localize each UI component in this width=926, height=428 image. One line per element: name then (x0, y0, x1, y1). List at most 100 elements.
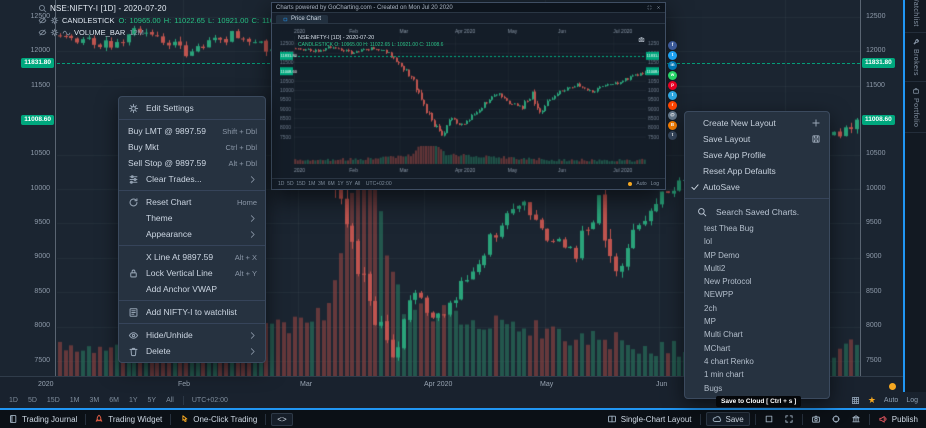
saved-chart-new-protocol[interactable]: New Protocol (685, 275, 829, 288)
menu-item-x-line-at-9897-59[interactable]: X Line At 9897.59Alt + X (119, 249, 265, 265)
menu-item-clear-trades[interactable]: Clear Trades... (119, 171, 265, 187)
menu-item-buy-lmt-9897-59[interactable]: Buy LMT @ 9897.59Shift + Dbl (119, 123, 265, 139)
range-15d[interactable]: 15D (42, 397, 65, 404)
appbar-single-chart-layout-button[interactable]: Single-Chart Layout (602, 413, 697, 425)
share-linkedin-icon[interactable]: in (668, 61, 677, 70)
share-reddit-icon[interactable]: r (668, 101, 677, 110)
range-1d[interactable]: 1D (4, 397, 23, 404)
saved-chart-2ch[interactable]: 2ch (685, 302, 829, 315)
saved-chart-bugs[interactable]: Bugs (685, 382, 829, 395)
separator (700, 414, 701, 425)
appbar-expand-button[interactable] (779, 413, 799, 425)
menu-item-add-anchor-vwap[interactable]: Add Anchor VWAP (119, 281, 265, 297)
menu-item-hide-unhide[interactable]: Hide/Unhide (119, 327, 265, 343)
range-3m[interactable]: 3M (84, 397, 104, 404)
price-badge: 11008.60 (862, 115, 895, 125)
search-input[interactable] (714, 206, 818, 218)
expand-icon[interactable] (647, 5, 652, 10)
menu-item-reset-chart[interactable]: Reset ChartHome (119, 194, 265, 210)
price-tick: 8000 (866, 322, 882, 329)
sidebar-tab-watchlist[interactable]: Watchlist (905, 0, 926, 33)
layout-menu-item-save-app-profile[interactable]: Save App Profile (685, 147, 829, 163)
saved-chart-multi-chart[interactable]: Multi Chart (685, 328, 829, 341)
menu-item-edit-settings[interactable]: Edit Settings (119, 100, 265, 116)
appbar-camera-button[interactable] (806, 413, 826, 425)
share-email-icon[interactable]: @ (668, 111, 677, 120)
symbol-search-icon[interactable] (38, 4, 47, 13)
saved-charts-search[interactable] (685, 202, 829, 222)
menu-item-buy-mkt[interactable]: Buy MktCtrl + Dbl (119, 139, 265, 155)
saved-chart-mchart[interactable]: MChart (685, 342, 829, 355)
menu-item-theme[interactable]: Theme (119, 210, 265, 226)
appbar-bank-button[interactable] (846, 413, 866, 425)
popup-title-bar[interactable]: Charts powered by GoCharting.com - Creat… (272, 3, 665, 13)
menu-item-delete[interactable]: Delete (119, 343, 265, 359)
saved-chart-test-thea-bug[interactable]: test Thea Bug (685, 222, 829, 235)
appbar-one-click-trading-button[interactable]: One-Click Trading (174, 413, 262, 425)
appbar-item-button[interactable]: <> (271, 413, 292, 426)
menu-item-lock-vertical-line[interactable]: Lock Vertical LineAlt + Y (119, 265, 265, 281)
appbar-square-button[interactable] (759, 413, 779, 425)
watchlist-add-icon (128, 307, 139, 318)
appbar-save-button[interactable]: Save (706, 412, 750, 426)
study-settings-icon[interactable] (50, 16, 59, 25)
price-tick: 9000 (34, 253, 50, 260)
study-settings-icon[interactable] (50, 28, 59, 37)
mini-log-toggle: Log (651, 181, 659, 187)
menu-item-appearance[interactable]: Appearance (119, 226, 265, 242)
bank-icon (851, 414, 861, 424)
saved-chart-multi2[interactable]: Multi2 (685, 262, 829, 275)
range-6m[interactable]: 6M (104, 397, 124, 404)
layout-menu-item-autosave[interactable]: AutoSave (685, 179, 829, 195)
close-icon[interactable] (656, 5, 661, 10)
appbar-trading-widget-button[interactable]: Trading Widget (89, 413, 167, 425)
separator (170, 414, 171, 425)
price-tick: 8000 (34, 322, 50, 329)
range-1y[interactable]: 1Y (124, 397, 143, 404)
price-axis-left[interactable]: 1250012000115001050010000950090008500800… (0, 0, 56, 376)
tab-price-chart[interactable]: Price Chart (276, 15, 328, 23)
saved-chart-mp-demo[interactable]: MP Demo (685, 249, 829, 262)
log-scale-toggle[interactable]: Log (906, 397, 918, 404)
icon-spacer (690, 166, 700, 176)
share-tumblr-icon[interactable]: t (668, 131, 677, 140)
snapshot-icon[interactable] (638, 36, 645, 43)
layout-menu-item-reset-app-defaults[interactable]: Reset App Defaults (685, 163, 829, 179)
share-telegram-icon[interactable]: t (668, 91, 677, 100)
range-1m[interactable]: 1M (65, 397, 85, 404)
price-tick: 9500 (866, 219, 882, 226)
grid-toggle-icon[interactable] (851, 396, 860, 405)
share-facebook-icon[interactable]: f (668, 41, 677, 50)
sidebar-tab-brokers[interactable]: Brokers (905, 33, 926, 82)
timezone-label[interactable]: UTC+02:00 (188, 397, 232, 404)
appbar-trading-journal-button[interactable]: Trading Journal (3, 413, 82, 425)
hide-study-icon[interactable] (38, 28, 47, 37)
layout-menu-items: Create New LayoutSave LayoutSave App Pro… (685, 115, 829, 195)
favorite-star-icon[interactable]: ★ (868, 396, 876, 405)
range-5d[interactable]: 5D (23, 397, 42, 404)
share-pinterest-icon[interactable]: p (668, 81, 677, 90)
share-twitter-icon[interactable]: t (668, 51, 677, 60)
range-5y[interactable]: 5Y (143, 397, 162, 404)
layout-menu-item-create-new-layout[interactable]: Create New Layout (685, 115, 829, 131)
menu-item-add-nifty-i-to-watchlist[interactable]: Add NIFTY-I to watchlist (119, 304, 265, 320)
sidebar-tab-portfolio[interactable]: Portfolio (905, 82, 926, 133)
layout-menu-item-save-layout[interactable]: Save Layout (685, 131, 829, 147)
share-blogger-icon[interactable]: B (668, 121, 677, 130)
saved-chart-mp[interactable]: MP (685, 315, 829, 328)
auto-scale-toggle[interactable]: Auto (884, 397, 898, 404)
appbar-target-button[interactable] (826, 413, 846, 425)
saved-chart-newpp[interactable]: NEWPP (685, 288, 829, 301)
saved-chart-4-chart-renko[interactable]: 4 chart Renko (685, 355, 829, 368)
menu-item-sell-stop-9897-59[interactable]: Sell Stop @ 9897.59Alt + Dbl (119, 155, 265, 171)
price-tick: 10000 (31, 185, 50, 192)
appbar-publish-button[interactable]: Publish (873, 413, 923, 425)
saved-chart-1-min-chart[interactable]: 1 min chart (685, 368, 829, 381)
range-all[interactable]: All (161, 397, 179, 404)
hide-study-icon[interactable] (38, 16, 47, 25)
saved-chart-lol[interactable]: lol (685, 235, 829, 248)
price-axis-right[interactable]: 1250012000115001050010000950090008500800… (860, 0, 903, 376)
mini-toolbar-right: Auto Log (628, 181, 659, 187)
share-whatsapp-icon[interactable]: w (668, 71, 677, 80)
appbar-label: Single-Chart Layout (621, 415, 692, 424)
